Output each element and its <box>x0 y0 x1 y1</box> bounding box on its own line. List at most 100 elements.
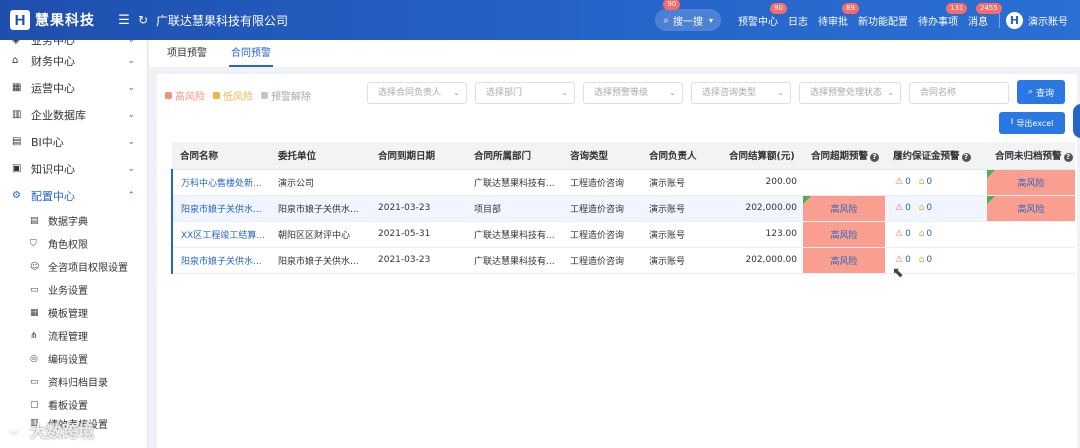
bank-icon: ⌂ <box>918 203 925 213</box>
nav-label: 待审批 <box>818 16 848 28</box>
sidebar-sub-label: 看板设置 <box>48 401 88 412</box>
overdue-risk-badge[interactable]: 高风险 <box>803 195 885 222</box>
archive-cell <box>987 247 1075 274</box>
app-name: 慧果科技 <box>35 13 95 29</box>
chevron-down-icon: ⌄ <box>127 136 135 147</box>
search-badge: 90 <box>663 0 681 10</box>
deposit-warning-b[interactable]: ⌂ 0 <box>919 177 932 187</box>
help-icon[interactable]: ? <box>1063 153 1073 163</box>
legend-low-risk[interactable]: 低风险 <box>213 88 253 103</box>
archive-risk-badge[interactable]: 高风险 <box>987 195 1075 222</box>
table-row[interactable]: 阳泉市娘子关供水... 阳泉市娘子关供水... 2021-03-23 广联达慧果… <box>172 247 1075 274</box>
legend-released[interactable]: 预警解除 <box>261 88 311 103</box>
contract-name-input[interactable]: 合同名称 <box>909 82 1009 104</box>
contract-name-link[interactable]: 阳泉市娘子关供水... <box>172 247 270 274</box>
sidebar-sub-label: 全咨项目权限设置 <box>48 263 128 274</box>
tab-contract-warning[interactable]: 合同预警 <box>223 40 279 67</box>
sidebar-sub-project-permission[interactable]: ☺ 全咨项目权限设置 <box>0 255 147 278</box>
sidebar-item-operations[interactable]: ▦ 运营中心 ⌄ <box>0 74 147 101</box>
user-menu[interactable]: H 演示账号 <box>1006 11 1068 29</box>
sidebar-sub-data-dictionary[interactable]: ▤ 数据字典 <box>0 209 147 232</box>
deposit-warning-a[interactable]: ⚠ 0 <box>895 203 911 213</box>
company-name[interactable]: 广联达慧果科技有限公司 <box>156 12 288 29</box>
deposit-count: 0 <box>905 203 911 213</box>
deposit-count: 0 <box>905 177 911 187</box>
nav-label: 待办事项 <box>918 16 958 28</box>
consult-type-cell: 工程造价咨询 <box>562 169 641 196</box>
nav-badge: 2455 <box>976 2 1002 14</box>
settlement-cell: 200.00 <box>721 169 803 196</box>
deposit-count: 0 <box>905 229 911 239</box>
client-cell: 阳泉市娘子关供水... <box>270 195 370 222</box>
archive-risk-badge[interactable]: 高风险 <box>987 169 1075 196</box>
owner-select[interactable]: 选择合同负责人 ⌄ <box>367 82 467 104</box>
consult-type-select[interactable]: 选择咨询类型 ⌄ <box>691 82 791 104</box>
help-icon[interactable]: ? <box>961 153 971 163</box>
nav-log[interactable]: 日志 <box>788 13 808 28</box>
deposit-warning-b[interactable]: ⌂ 0 <box>919 255 932 265</box>
deposit-warning-b[interactable]: ⌂ 0 <box>919 229 932 239</box>
menu-toggle-icon[interactable]: ☰ <box>114 13 134 28</box>
search-icon: ⌕ <box>663 14 669 26</box>
due-date-cell <box>370 169 466 196</box>
table-row[interactable]: 万科中心售楼处新... 演示公司 广联达慧果科技有... 工程造价咨询 演示账号… <box>172 169 1075 196</box>
sidebar-item-business[interactable]: ◈ 业务中心 ⌄ <box>0 40 147 47</box>
sidebar-sub-code[interactable]: ◎ 编码设置 <box>0 347 147 370</box>
export-excel-button[interactable]: ⭱ 导出excel <box>999 112 1065 134</box>
flow-icon: ⋔ <box>30 330 38 341</box>
deposit-warning-b[interactable]: ⌂ 0 <box>919 203 932 213</box>
deposit-warning-a[interactable]: ⚠ 0 <box>895 229 911 239</box>
bar-chart-icon: ▥ <box>12 109 22 120</box>
nav-pending-approval[interactable]: 待审批 89 <box>818 2 859 28</box>
contract-name-link[interactable]: 万科中心售楼处新... <box>172 169 270 196</box>
sidebar-sub-business-settings[interactable]: ▭ 业务设置 <box>0 278 147 301</box>
overdue-risk-badge[interactable]: 高风险 <box>803 247 885 274</box>
nav-new-feature-config[interactable]: 新功能配置 <box>858 13 908 28</box>
sidebar-sub-archive[interactable]: ▭ 资料归档目录 <box>0 370 147 393</box>
status-placeholder: 选择预警处理状态 <box>810 88 883 98</box>
legend-high-risk[interactable]: 高风险 <box>165 88 205 103</box>
owner-placeholder: 选择合同负责人 <box>378 88 442 98</box>
sidebar-item-label: 运营中心 <box>31 81 75 95</box>
sidebar-sub-dashboard[interactable]: ▢ 看板设置 <box>0 393 147 416</box>
overdue-risk-badge[interactable]: 高风险 <box>803 221 885 248</box>
settlement-cell: 202,000.00 <box>721 247 803 274</box>
logo[interactable]: H 慧果科技 <box>0 10 110 30</box>
contract-name-link[interactable]: 阳泉市娘子关供水... <box>172 195 270 222</box>
side-tool-handle[interactable] <box>1073 104 1080 138</box>
sidebar-item-knowledge[interactable]: ▣ 知识中心 ⌄ <box>0 155 147 182</box>
sidebar-sub-role-permission[interactable]: ⛉ 角色权限 <box>0 232 147 255</box>
tab-project-warning[interactable]: 项目预警 <box>159 40 215 67</box>
legend-swatch <box>213 92 220 99</box>
due-date-cell: 2021-03-23 <box>370 195 466 222</box>
risk-label: 高风险 <box>830 230 858 241</box>
level-select[interactable]: 选择预警等级 ⌄ <box>583 82 683 104</box>
search-dropdown[interactable]: ⌕ 90 搜一搜 ▾ <box>655 0 721 31</box>
sidebar-item-label: 财务中心 <box>31 54 75 68</box>
top-bar: H 慧果科技 ☰ ↻ 广联达慧果科技有限公司 ⌕ 90 搜一搜 ▾ 预警中心 9… <box>0 0 1080 40</box>
deposit-warning-a[interactable]: ⚠ 0 <box>895 255 911 265</box>
nav-warning-center[interactable]: 预警中心 90 <box>738 2 787 28</box>
help-icon[interactable]: ? <box>870 153 880 163</box>
dictionary-icon: ▤ <box>30 215 39 226</box>
status-select[interactable]: 选择预警处理状态 ⌄ <box>799 82 901 104</box>
code-icon: ◎ <box>30 353 38 364</box>
table-row[interactable]: 阳泉市娘子关供水... 阳泉市娘子关供水... 2021-03-23 项目部 工… <box>172 195 1075 222</box>
deposit-warning-a[interactable]: ⚠ 0 <box>895 177 911 187</box>
table-row[interactable]: XX区工程竣工结算... 朝阳区区财评中心 2021-05-31 广联达慧果科技… <box>172 221 1075 248</box>
sidebar-item-finance[interactable]: ⌂ 财务中心 ⌄ <box>0 47 147 74</box>
sidebar-item-bi[interactable]: ▤ BI中心 ⌄ <box>0 128 147 155</box>
sidebar-sub-template[interactable]: ▦ 模板管理 <box>0 301 147 324</box>
sidebar-item-config[interactable]: ⚙ 配置中心 ⌃ <box>0 182 147 209</box>
nav-messages[interactable]: 消息 2455 <box>968 2 1002 28</box>
nav-todo[interactable]: 待办事项 131 <box>918 2 968 28</box>
department-select[interactable]: 选择部门 ⌄ <box>475 82 575 104</box>
box-icon: ◈ <box>12 40 20 46</box>
sidebar-sub-flow[interactable]: ⋔ 流程管理 <box>0 324 147 347</box>
refresh-icon[interactable]: ↻ <box>138 13 152 27</box>
sidebar-item-enterprise-db[interactable]: ▥ 企业数据库 ⌄ <box>0 101 147 128</box>
contract-name-link[interactable]: XX区工程竣工结算... <box>172 221 270 248</box>
risk-label: 高风险 <box>1017 204 1045 215</box>
query-button[interactable]: ⌕ 查询 <box>1017 80 1065 104</box>
search-icon: ⌕ <box>1027 87 1034 97</box>
